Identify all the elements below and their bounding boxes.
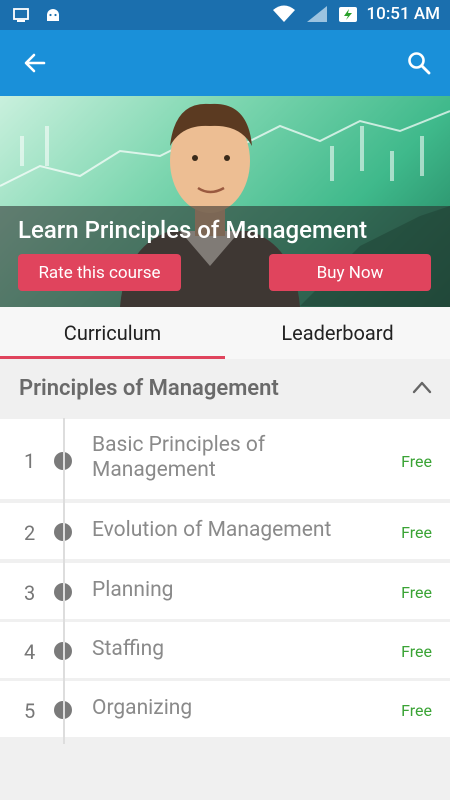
lesson-title: Staffing [92, 637, 165, 661]
status-bar: 10:51 AM [0, 0, 450, 30]
arrow-back-icon[interactable] [22, 50, 48, 76]
tab-leaderboard[interactable]: Leaderboard [225, 307, 450, 359]
course-title: Learn Principles of Management [18, 216, 368, 244]
lesson-title: Evolution of Management [92, 518, 332, 542]
lesson-row[interactable]: 3 Planning Free [0, 563, 450, 619]
lesson-price: Free [401, 523, 432, 542]
lesson-row[interactable]: 4 Staffing Free [0, 622, 450, 678]
lesson-number: 2 [24, 521, 36, 545]
lesson-number: 3 [24, 581, 36, 605]
lesson-price: Free [401, 452, 432, 471]
battery-charging-icon [338, 7, 357, 22]
lesson-number: 4 [24, 640, 36, 664]
status-time: 10:51 AM [366, 4, 441, 24]
lesson-price: Free [401, 583, 432, 602]
lesson-row[interactable]: 5 Organizing Free [0, 681, 450, 737]
lesson-number: 1 [24, 449, 36, 473]
rate-course-button[interactable]: Rate this course [18, 254, 181, 291]
lesson-row[interactable]: 2 Evolution of Management Free [0, 503, 450, 559]
signal-icon [306, 6, 327, 22]
course-tabs: Curriculum Leaderboard [0, 307, 450, 359]
lesson-title: Planning [92, 578, 174, 602]
android-icon [47, 9, 59, 21]
wifi-icon [272, 5, 295, 22]
screen-cast-icon [13, 8, 29, 22]
search-icon[interactable] [406, 50, 432, 76]
lesson-title: Organizing [92, 696, 193, 720]
section-title: Principles of Management [19, 376, 279, 401]
chevron-up-icon[interactable] [412, 380, 432, 394]
buy-now-button[interactable]: Buy Now [269, 254, 431, 291]
lesson-number: 5 [24, 699, 36, 723]
timeline-line [63, 418, 65, 744]
lesson-row[interactable]: 1 Basic Principles of Management Free [0, 419, 450, 499]
lesson-title: Basic Principles of Management [92, 433, 266, 482]
app-bar [0, 30, 450, 96]
lesson-price: Free [401, 701, 432, 720]
tab-curriculum[interactable]: Curriculum [0, 307, 225, 359]
lesson-price: Free [401, 642, 432, 661]
section-header[interactable]: Principles of Management [0, 360, 450, 418]
